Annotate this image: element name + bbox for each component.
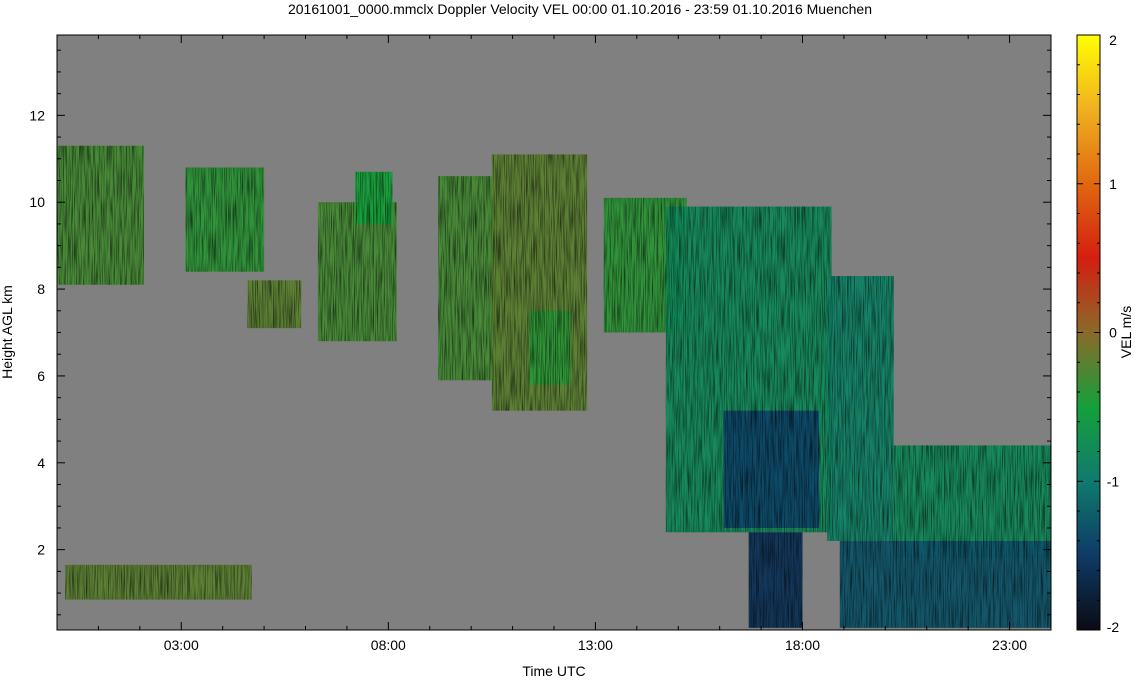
x-tick-label: 13:00	[578, 637, 613, 653]
y-tick-label: 4	[37, 455, 45, 471]
echo-region-texture	[65, 564, 252, 600]
y-tick-label: 10	[29, 194, 45, 210]
echo-region-texture	[529, 310, 571, 385]
y-tick-label: 12	[29, 107, 45, 123]
echo-region-texture	[723, 410, 820, 528]
x-axis-label: Time UTC	[522, 663, 585, 678]
echo-region-texture	[57, 145, 144, 285]
radar-chart: 20161001_0000.mmclx Doppler Velocity VEL…	[0, 0, 1135, 679]
echo-region-texture	[185, 167, 265, 272]
chart-title: 20161001_0000.mmclx Doppler Velocity VEL…	[288, 1, 872, 17]
colorbar-tick-label: -1	[1107, 473, 1120, 489]
echo-region-texture	[355, 171, 393, 224]
x-tick-label: 08:00	[371, 637, 406, 653]
colorbar-label: VEL m/s	[1118, 306, 1134, 358]
x-tick-label: 18:00	[785, 637, 820, 653]
echo-region-texture	[247, 280, 302, 329]
echo-region-texture	[438, 176, 501, 381]
y-axis-label: Height AGL km	[0, 285, 15, 379]
y-tick-label: 8	[37, 281, 45, 297]
colorbar-tick-label: 1	[1109, 176, 1117, 192]
heatmap-svg: 20161001_0000.mmclx Doppler Velocity VEL…	[0, 1, 1134, 679]
echo-region-texture	[748, 532, 803, 628]
x-tick-label: 23:00	[992, 637, 1027, 653]
colorbar-tick-label: 2	[1109, 32, 1117, 48]
colorbar-tick-label: -2	[1107, 619, 1120, 635]
echo-region-texture	[839, 540, 1051, 628]
echo-region-texture	[827, 276, 894, 541]
y-tick-label: 2	[37, 542, 45, 558]
y-tick-label: 6	[37, 368, 45, 384]
x-tick-label: 03:00	[164, 637, 199, 653]
colorbar-tick-label: 0	[1109, 325, 1117, 341]
